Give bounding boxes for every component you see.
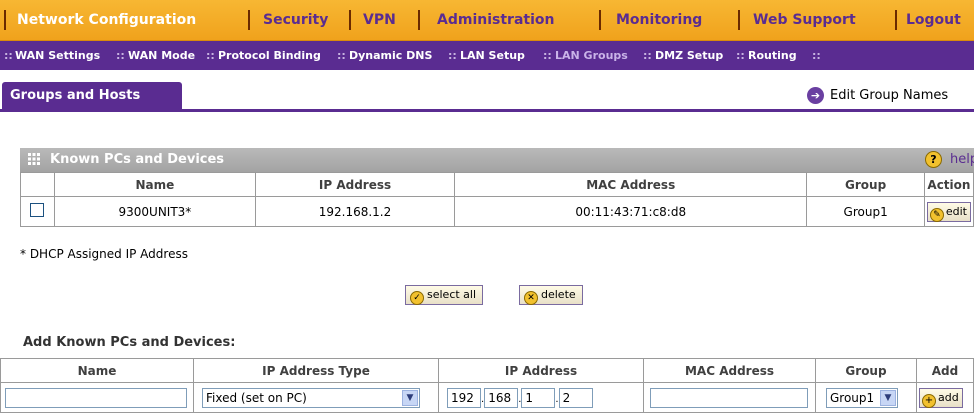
- known-devices-title: Known PCs and Devices: [50, 152, 225, 167]
- edit-button[interactable]: ✎ edit: [926, 201, 971, 222]
- column-header-ip-address: IP Address: [254, 172, 456, 197]
- ip-octet-4-input[interactable]: 2: [558, 387, 593, 408]
- column-header-mac-address: MAC Address: [454, 172, 808, 197]
- row-name: 9300UNIT3*: [53, 196, 256, 227]
- nav-separator: [4, 10, 6, 30]
- add-name-cell: [0, 382, 194, 413]
- add-ip-type-cell: Fixed (set on PC) ▼: [193, 382, 439, 413]
- add-devices-table: Name IP Address Type IP Address MAC Addr…: [0, 358, 974, 413]
- known-devices-table: Name IP Address MAC Address Group Action…: [20, 172, 974, 227]
- chevron-down-icon: ▼: [402, 389, 418, 406]
- subnav-lan-groups[interactable]: LAN Groups: [555, 49, 628, 62]
- subnav-lan-setup[interactable]: LAN Setup: [460, 49, 525, 62]
- row-action-cell: ✎ edit: [923, 196, 974, 227]
- nav-security[interactable]: Security: [263, 12, 328, 28]
- add-mac-address-cell: [643, 382, 816, 413]
- row-checkbox[interactable]: [30, 203, 45, 217]
- nav-separator: [895, 10, 897, 30]
- row-ip-address: 192.168.1.2: [254, 196, 456, 227]
- nav-vpn[interactable]: VPN: [363, 12, 396, 28]
- subnav-separator: ::: [543, 49, 552, 62]
- arrow-right-icon[interactable]: ➔: [807, 87, 824, 104]
- tab-underline: [0, 109, 974, 112]
- add-row: Fixed (set on PC) ▼ 192. 168. 1. 2 Group1 ▼…: [0, 382, 974, 413]
- subnav-dynamic-dns[interactable]: Dynamic DNS: [349, 49, 432, 62]
- nav-separator: [418, 10, 420, 30]
- delete-label: delete: [541, 288, 576, 301]
- nav-logout[interactable]: Logout: [906, 12, 961, 28]
- dhcp-note: * DHCP Assigned IP Address: [20, 247, 188, 261]
- select-all-button[interactable]: ✓ select all: [405, 285, 484, 305]
- add-button[interactable]: + add: [919, 387, 963, 408]
- ip-octet-3-input[interactable]: 1: [521, 387, 556, 408]
- row-group: Group1: [806, 196, 925, 227]
- table-header-row: Name IP Address MAC Address Group Action: [20, 172, 974, 197]
- column-header-action: Action: [923, 172, 974, 197]
- subnav-protocol-binding[interactable]: Protocol Binding: [218, 49, 321, 62]
- subnav-dmz-setup[interactable]: DMZ Setup: [655, 49, 723, 62]
- delete-icon: ✕: [524, 291, 538, 305]
- add-column-header-group: Group: [815, 358, 917, 383]
- column-header-group: Group: [806, 172, 925, 197]
- edit-group-names-link[interactable]: Edit Group Names: [830, 88, 948, 103]
- nav-separator: [349, 10, 351, 30]
- subnav-routing[interactable]: Routing: [748, 49, 797, 62]
- nav-separator: [599, 10, 601, 30]
- nav-web-support[interactable]: Web Support: [753, 12, 856, 28]
- subnav-separator: ::: [4, 49, 13, 62]
- subnav-separator: ::: [337, 49, 346, 62]
- subnav-separator: ::: [736, 49, 745, 62]
- add-button-cell: + add: [916, 382, 974, 413]
- subnav-wan-mode[interactable]: WAN Mode: [128, 49, 195, 62]
- ip-type-value: Fixed (set on PC): [206, 390, 307, 405]
- tab-groups-and-hosts[interactable]: Groups and Hosts: [2, 82, 182, 110]
- ip-octet-2-input[interactable]: 168: [484, 387, 519, 408]
- subnav-separator: ::: [448, 49, 457, 62]
- group-value: Group1: [830, 390, 875, 405]
- edit-label: edit: [945, 204, 967, 218]
- subnav-wan-settings[interactable]: WAN Settings: [15, 49, 100, 62]
- grid-icon: [28, 153, 40, 165]
- nav-separator: [248, 10, 250, 30]
- group-select[interactable]: Group1 ▼: [826, 387, 898, 408]
- subnav-separator: ::: [812, 49, 821, 62]
- subnav-separator: ::: [643, 49, 652, 62]
- nav-monitoring[interactable]: Monitoring: [616, 12, 702, 28]
- nav-network-configuration[interactable]: Network Configuration: [17, 12, 196, 28]
- delete-button[interactable]: ✕ delete: [519, 285, 583, 305]
- nav-administration[interactable]: Administration: [437, 12, 554, 28]
- table-header-row: Name IP Address Type IP Address MAC Addr…: [0, 358, 974, 383]
- add-column-header-ip-address: IP Address: [438, 358, 644, 383]
- check-icon: ✓: [410, 291, 424, 305]
- add-column-header-name: Name: [0, 358, 194, 383]
- plus-icon: +: [922, 393, 936, 408]
- known-devices-header: Known PCs and Devices ? help: [20, 148, 974, 172]
- table-row: 9300UNIT3* 192.168.1.2 00:11:43:71:c8:d8…: [20, 196, 974, 227]
- ip-address-type-select[interactable]: Fixed (set on PC) ▼: [202, 387, 420, 408]
- select-all-label: select all: [427, 288, 477, 301]
- subnav-separator: ::: [116, 49, 125, 62]
- name-input[interactable]: [5, 387, 187, 408]
- add-column-header-ip-type: IP Address Type: [193, 358, 439, 383]
- help-icon[interactable]: ?: [925, 151, 942, 168]
- mac-address-input[interactable]: [650, 387, 808, 408]
- subnav-separator: ::: [206, 49, 215, 62]
- add-devices-title: Add Known PCs and Devices:: [23, 335, 236, 350]
- column-header-name: Name: [53, 172, 256, 197]
- help-link[interactable]: help: [950, 152, 974, 167]
- add-column-header-add: Add: [916, 358, 974, 383]
- sub-nav: :: WAN Settings :: WAN Mode :: Protocol …: [0, 41, 974, 70]
- row-mac-address: 00:11:43:71:c8:d8: [454, 196, 808, 227]
- ip-octet-1-input[interactable]: 192: [447, 387, 481, 408]
- add-label: add: [938, 390, 959, 404]
- chevron-down-icon: ▼: [880, 389, 896, 406]
- top-nav: Network Configuration Security VPN Admin…: [0, 0, 974, 41]
- add-ip-address-cell: 192. 168. 1. 2: [438, 382, 644, 413]
- row-select-cell: [20, 196, 55, 227]
- pencil-icon: ✎: [929, 207, 944, 222]
- nav-separator: [738, 10, 740, 30]
- add-column-header-mac-address: MAC Address: [643, 358, 816, 383]
- add-group-cell: Group1 ▼: [815, 382, 917, 413]
- select-column-header: [20, 172, 55, 197]
